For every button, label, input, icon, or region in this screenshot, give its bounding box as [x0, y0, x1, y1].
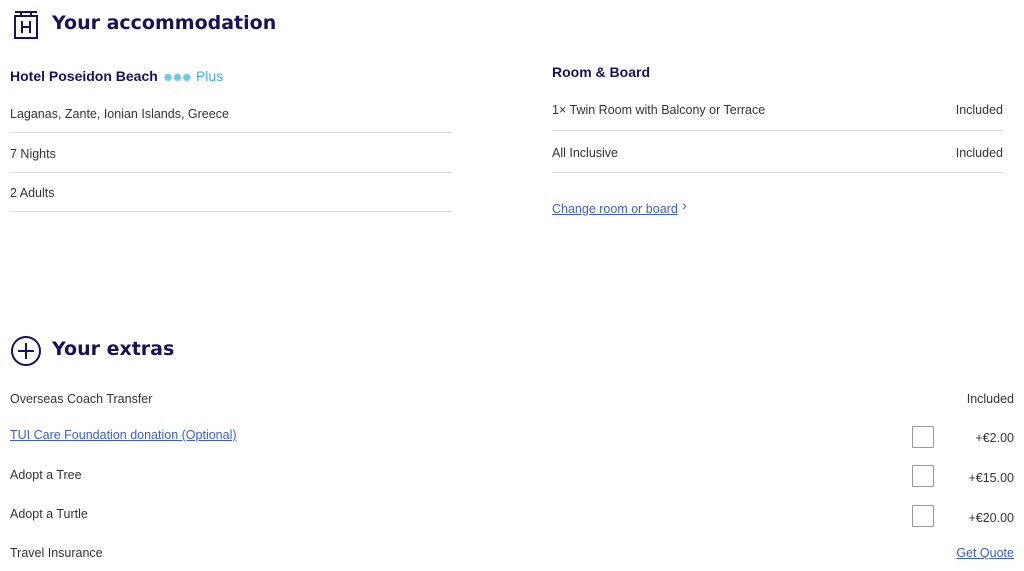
- tui-care-donation-price: +€2.00: [975, 431, 1014, 445]
- hotel-guests: 2 Adults: [10, 186, 55, 200]
- plus-circle-icon: [10, 335, 42, 367]
- hotel-name: Hotel Poseidon Beach: [10, 68, 158, 84]
- adopt-turtle-checkbox[interactable]: [912, 505, 934, 527]
- adopt-tree-checkbox[interactable]: [912, 465, 934, 487]
- room-board-title: Room & Board: [552, 64, 650, 80]
- divider: [552, 130, 1003, 131]
- room-type: 1× Twin Room with Balcony or Terrace: [552, 103, 766, 117]
- rating-suffix: Plus: [195, 68, 224, 84]
- change-room-board-line: Change room or board ›: [552, 197, 687, 217]
- adopt-turtle-price: +€20.00: [968, 511, 1014, 525]
- change-room-board-link[interactable]: Change room or board: [552, 202, 678, 216]
- extra-coach-transfer: Overseas Coach Transfer: [10, 392, 153, 406]
- divider: [10, 172, 452, 173]
- extra-coach-transfer-status: Included: [966, 392, 1014, 406]
- hotel-name-line: Hotel Poseidon Beach ✺✺✺ Plus: [10, 68, 223, 84]
- accommodation-title: Your accommodation: [52, 12, 277, 34]
- divider: [10, 211, 452, 212]
- tui-care-donation-checkbox[interactable]: [912, 426, 934, 448]
- tui-care-donation-link[interactable]: TUI Care Foundation donation (Optional): [10, 427, 237, 443]
- hotel-location: Laganas, Zante, Ionian Islands, Greece: [10, 107, 229, 121]
- get-quote-link[interactable]: Get Quote: [956, 545, 1014, 561]
- travel-insurance-label: Travel Insurance: [10, 546, 103, 560]
- room-type-status: Included: [955, 103, 1003, 117]
- extras-title: Your extras: [52, 338, 175, 360]
- adopt-tree-label: Adopt a Tree: [10, 468, 82, 482]
- board-type: All Inclusive: [552, 146, 618, 160]
- divider: [552, 172, 1003, 173]
- adopt-tree-price: +€15.00: [968, 471, 1014, 485]
- divider: [10, 132, 452, 133]
- hotel-icon: [12, 8, 40, 40]
- adopt-turtle-label: Adopt a Turtle: [10, 507, 88, 521]
- star-rating-icon: ✺✺✺: [163, 73, 192, 84]
- hotel-nights: 7 Nights: [10, 147, 56, 161]
- board-type-status: Included: [955, 146, 1003, 160]
- chevron-right-icon: ›: [682, 197, 687, 213]
